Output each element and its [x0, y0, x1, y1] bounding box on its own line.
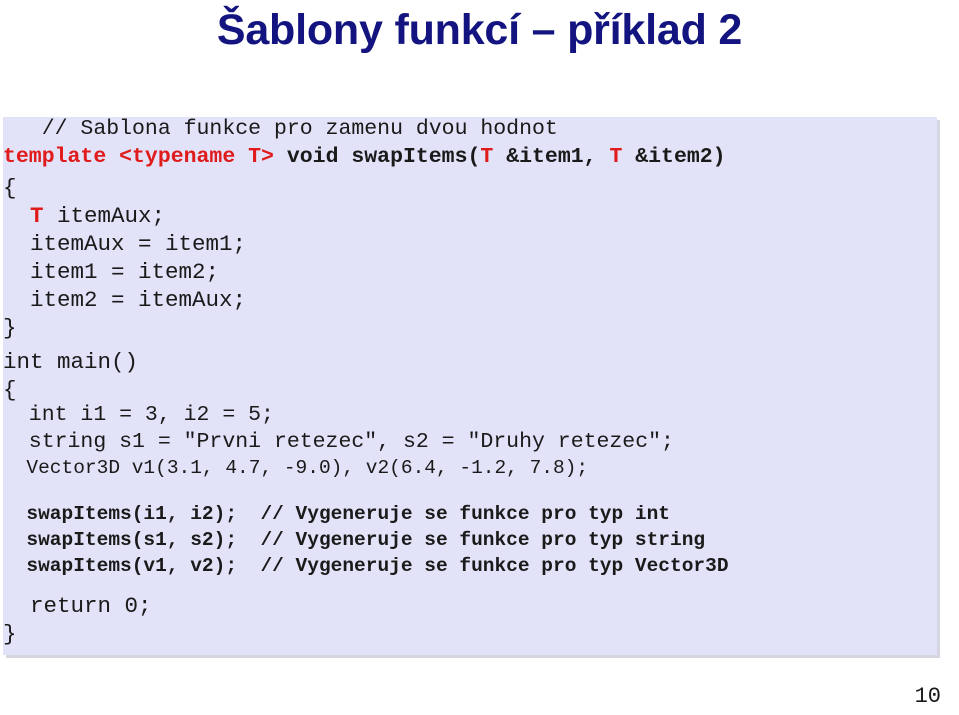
assign-item2-text: item2 = itemAux;: [3, 287, 247, 313]
code-line-comment-header: // Sablona funkce pro zamenu dvou hodnot: [3, 117, 937, 141]
brace-close-main: }: [3, 621, 17, 647]
declare-itemaux-text: itemAux;: [43, 203, 166, 229]
brace-open-function: {: [3, 175, 17, 201]
int-declarations-text: int i1 = 3, i2 = 5;: [3, 403, 274, 427]
type-param-t-second: T: [609, 145, 623, 169]
signature-space: [274, 145, 287, 169]
vector-declarations-text: Vector3D v1(3.1, 4.7, -9.0), v2(6.4, -1.…: [3, 457, 589, 479]
code-line-assign-item1: item1 = item2;: [3, 261, 937, 284]
code-line-assign-item2: item2 = itemAux;: [3, 289, 937, 312]
code-line-assign-itemaux: itemAux = item1;: [3, 233, 937, 256]
return-statement-text: return 0;: [3, 593, 152, 619]
brace-close-function: }: [3, 315, 17, 341]
code-block-panel: // Sablona funkce pro zamenu dvou hodnot…: [3, 117, 937, 655]
assign-itemaux-text: itemAux = item1;: [3, 231, 247, 257]
code-line-open-brace-main: {: [3, 379, 937, 402]
main-signature-text: int main(): [3, 349, 139, 375]
assign-item1-text: item1 = item2;: [3, 259, 220, 285]
code-line-main-signature: int main(): [3, 351, 937, 374]
code-line-return: return 0;: [3, 595, 937, 618]
page-number: 10: [914, 684, 941, 709]
function-signature-end: &item2): [622, 145, 726, 169]
code-line-swap-int: swapItems(i1, i2); // Vygeneruje se funk…: [3, 503, 937, 525]
code-line-template-signature: template <typename T> void swapItems(T &…: [3, 145, 937, 169]
swap-int-text: swapItems(i1, i2); // Vygeneruje se funk…: [3, 503, 671, 525]
code-line-swap-string: swapItems(s1, s2); // Vygeneruje se funk…: [3, 529, 937, 551]
code-line-close-brace-fn: }: [3, 317, 937, 340]
keyword-template-typename: template <typename T>: [3, 145, 274, 169]
code-line-blank-2: [3, 483, 937, 503]
page-title: Šablony funkcí – příklad 2: [216, 6, 743, 54]
swap-vector-text: swapItems(v1, v2); // Vygeneruje se funk…: [3, 555, 729, 577]
type-param-t-declaration: T: [30, 203, 44, 229]
code-line-vector-declarations: Vector3D v1(3.1, 4.7, -9.0), v2(6.4, -1.…: [3, 457, 937, 479]
code-comment-text: // Sablona funkce pro zamenu dvou hodnot: [3, 117, 558, 141]
swap-string-text: swapItems(s1, s2); // Vygeneruje se funk…: [3, 529, 706, 551]
string-declarations-text: string s1 = "Prvni retezec", s2 = "Druhy…: [3, 430, 674, 454]
signature-middle: &item1,: [493, 145, 610, 169]
brace-open-main: {: [3, 377, 17, 403]
code-line-open-brace-fn: {: [3, 177, 937, 200]
code-line-int-declarations: int i1 = 3, i2 = 5;: [3, 403, 937, 427]
type-param-t-first: T: [480, 145, 494, 169]
code-line-string-declarations: string s1 = "Prvni retezec", s2 = "Druhy…: [3, 430, 937, 454]
code-line-close-brace-main: }: [3, 623, 937, 646]
function-signature-start: void swapItems(: [286, 145, 481, 169]
code-line-declare-itemaux: T itemAux;: [3, 205, 937, 228]
code-line-swap-vector: swapItems(v1, v2); // Vygeneruje se funk…: [3, 555, 937, 577]
